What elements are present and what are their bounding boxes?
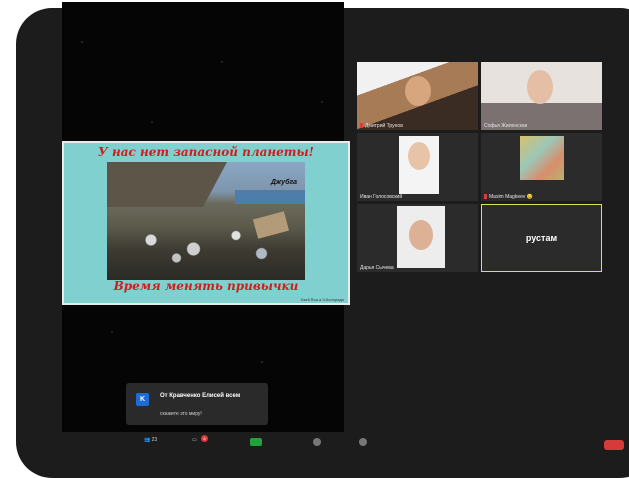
participants-count: 23 (151, 437, 158, 443)
slide-photo: Джубга (107, 162, 305, 280)
meeting-toolbar: 👥 23 ▭ 8 (100, 435, 600, 447)
sender-badge: K (136, 393, 149, 406)
notification-title: От Кравченко Елисей всем (160, 393, 241, 399)
participant-name: Иван Голосовский (360, 194, 403, 200)
slide-bottom-text: Время менять привычки (113, 279, 299, 293)
participant-tile-active[interactable]: рустам (481, 204, 602, 272)
cliff-shape (107, 162, 227, 207)
chat-icon: ▭ (192, 437, 197, 443)
avatar (399, 136, 439, 194)
chat-badge: 8 (201, 435, 208, 442)
participant-name: Софья Жиленская (484, 123, 528, 129)
slide-title: У нас нет запасной планеты! (98, 145, 314, 159)
chat-notification[interactable]: K От Кравченко Елисей всем скажите это м… (126, 383, 268, 425)
photo-label: Джубга (270, 179, 297, 186)
muted-mic-icon (484, 194, 487, 200)
shared-slide: У нас нет запасной планеты! Джубга Время… (62, 141, 350, 305)
participant-tile[interactable]: Иван Голосовский (357, 133, 478, 201)
chat-button[interactable]: ▭ (192, 437, 197, 443)
participant-name: Дарья Сычева (360, 265, 394, 271)
avatar (527, 70, 553, 104)
muted-mic-icon (360, 123, 363, 129)
slide-credit: Kseli Roo a З.Колорадо (300, 297, 344, 302)
participant-name: Maxim Magkeev 😏 (489, 194, 534, 200)
share-screen-icon[interactable] (250, 438, 262, 446)
participant-name: рустам (525, 233, 558, 243)
participants-button[interactable]: 👥 23 (144, 437, 157, 443)
reactions-icon[interactable] (359, 438, 367, 446)
participants-icon: 👥 (144, 437, 151, 443)
participant-name: Дмитрий Трунов (365, 123, 403, 129)
participant-tile[interactable]: Софья Жиленская (481, 62, 602, 130)
end-meeting-button[interactable] (604, 440, 624, 450)
notification-message: скажите это миру! (160, 411, 202, 417)
participant-tile[interactable]: Maxim Magkeev 😏 (481, 133, 602, 201)
avatar (520, 136, 564, 180)
record-icon[interactable] (313, 438, 321, 446)
avatar (405, 76, 431, 106)
page: У нас нет запасной планеты! Джубга Время… (0, 0, 629, 478)
sea-shape (235, 190, 305, 204)
participant-tile[interactable]: Дмитрий Трунов (357, 62, 478, 130)
participant-tile[interactable]: Дарья Сычева (357, 204, 478, 272)
avatar (397, 206, 445, 268)
